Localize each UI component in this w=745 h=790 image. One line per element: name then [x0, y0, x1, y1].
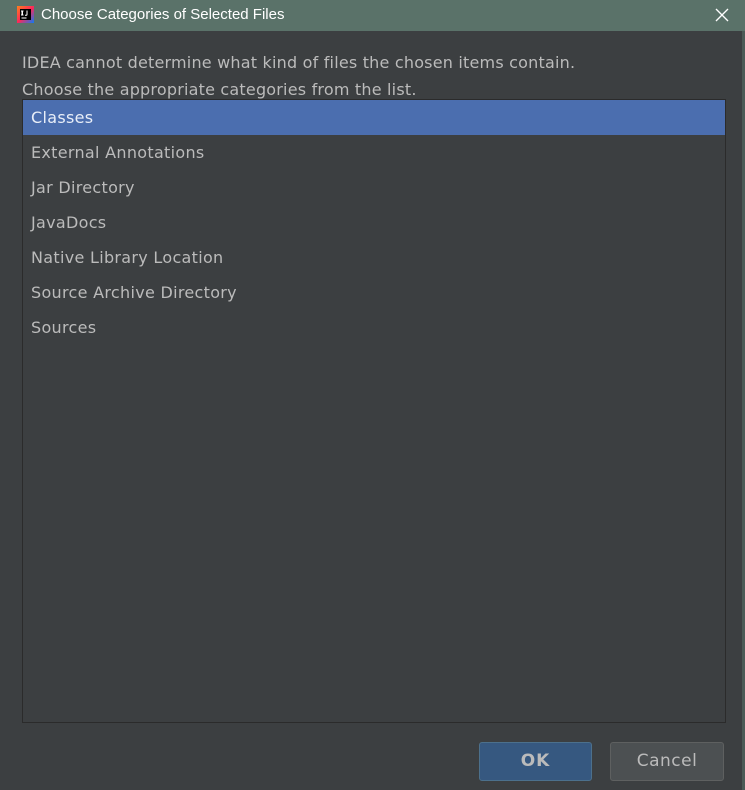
list-item-external-annotations[interactable]: External Annotations: [23, 135, 725, 170]
list-item-javadocs[interactable]: JavaDocs: [23, 205, 725, 240]
categories-list[interactable]: Classes External Annotations Jar Directo…: [22, 99, 726, 723]
close-icon: [715, 8, 729, 22]
list-item-native-library-location[interactable]: Native Library Location: [23, 240, 725, 275]
intellij-idea-icon: [17, 6, 34, 23]
list-item-jar-directory[interactable]: Jar Directory: [23, 170, 725, 205]
dialog-title: Choose Categories of Selected Files: [41, 6, 285, 23]
choose-categories-dialog: Choose Categories of Selected Files IDEA…: [0, 0, 745, 790]
close-button[interactable]: [706, 0, 738, 31]
cancel-button[interactable]: Cancel: [610, 742, 724, 781]
list-item-classes[interactable]: Classes: [23, 100, 725, 135]
list-item-sources[interactable]: Sources: [23, 310, 725, 345]
title-bar[interactable]: Choose Categories of Selected Files: [0, 0, 745, 31]
list-item-source-archive-directory[interactable]: Source Archive Directory: [23, 275, 725, 310]
message-line-1: IDEA cannot determine what kind of files…: [22, 53, 576, 72]
ok-button[interactable]: OK: [479, 742, 592, 781]
dialog-message: IDEA cannot determine what kind of files…: [22, 49, 575, 103]
